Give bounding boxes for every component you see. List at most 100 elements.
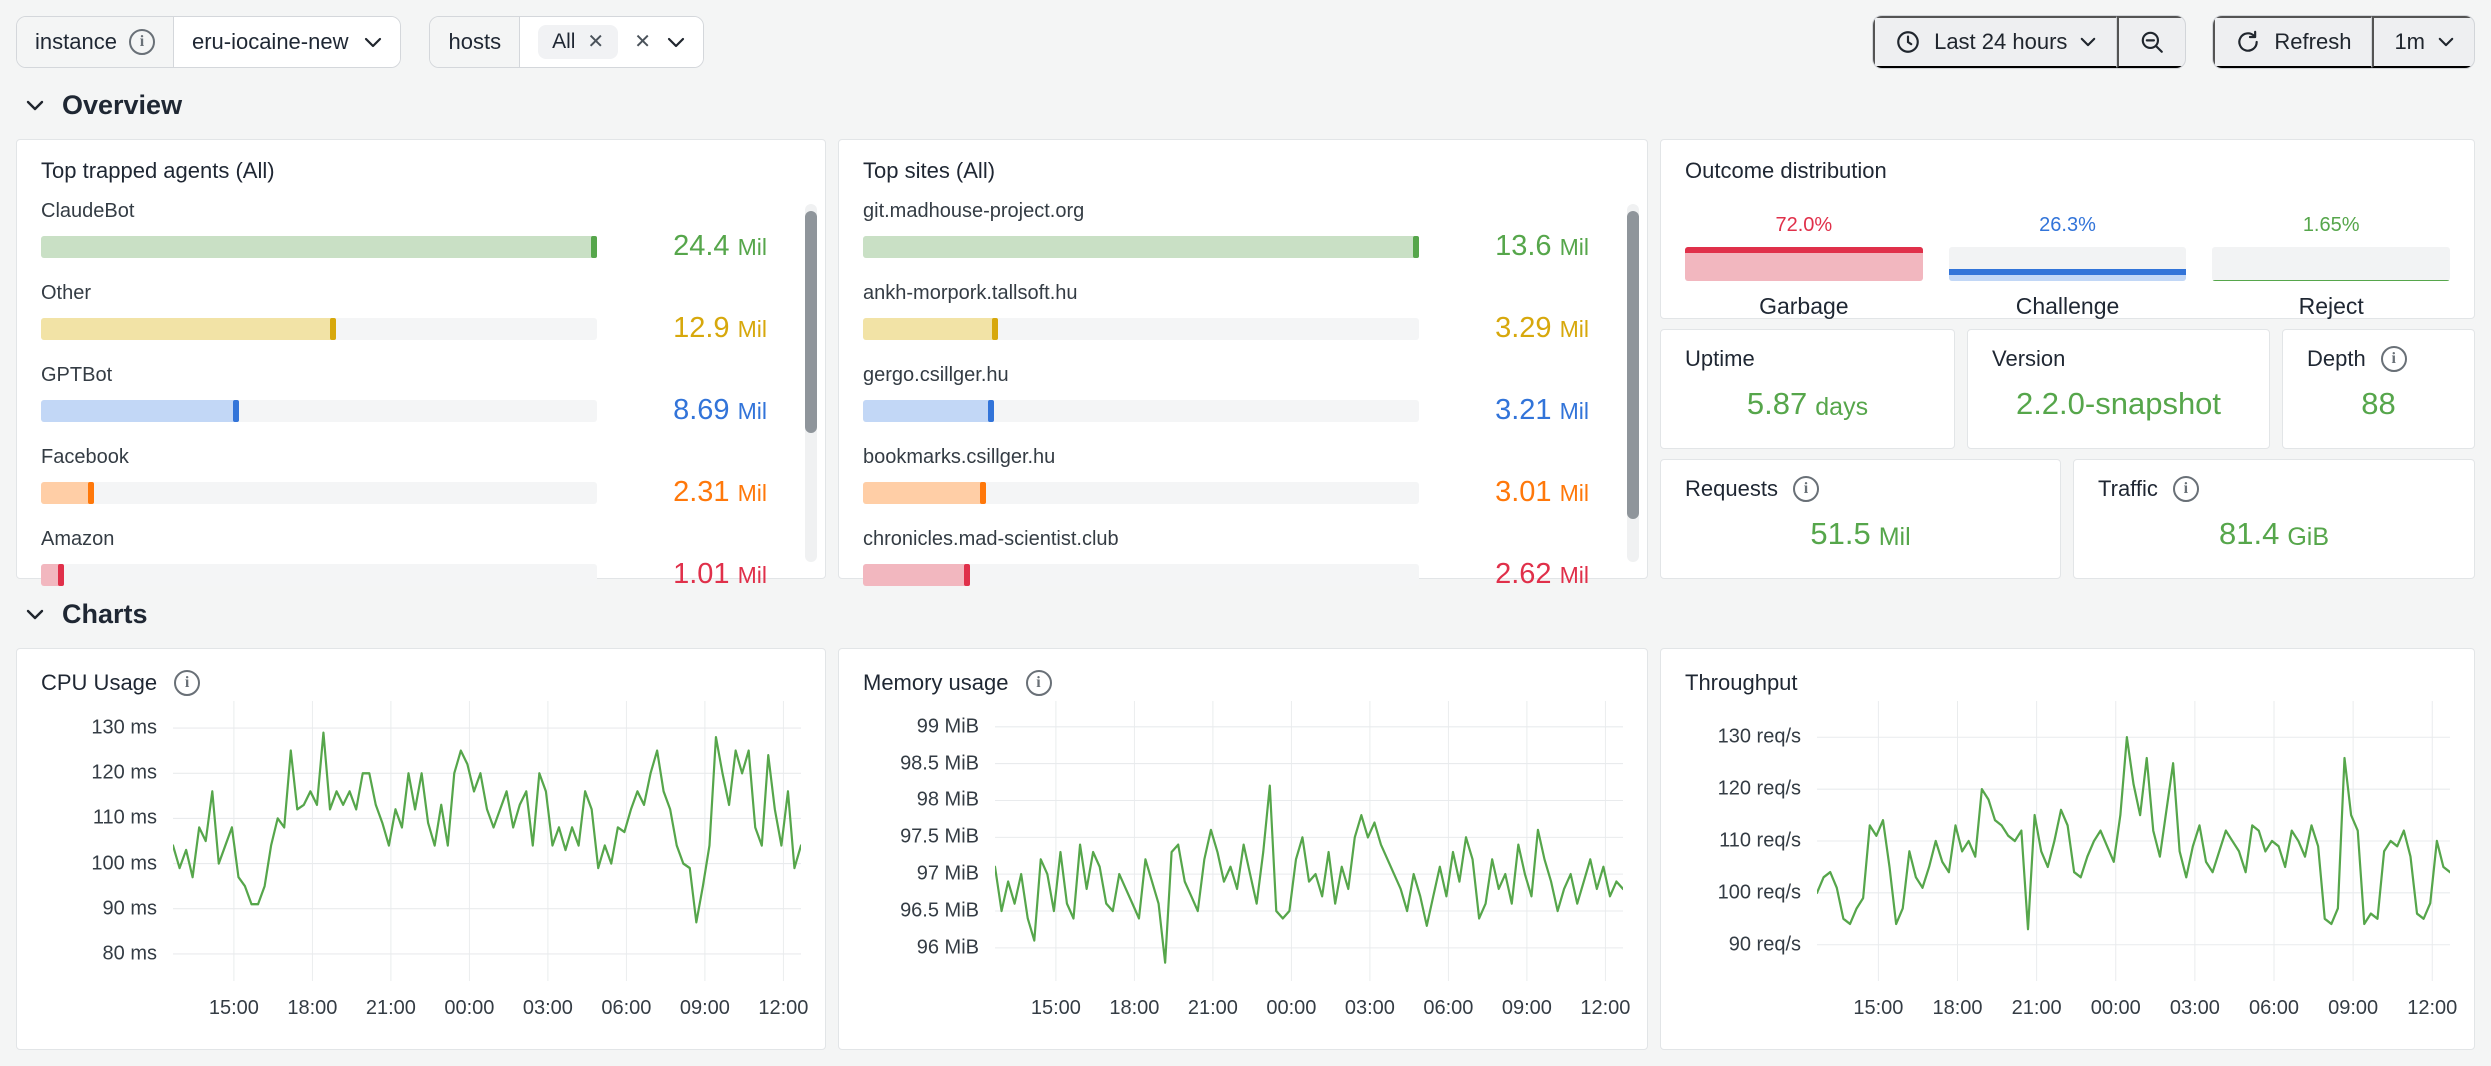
bar-gauge-cap	[988, 400, 994, 422]
chevron-down-icon	[2080, 37, 2096, 47]
scrollbar[interactable]	[1627, 204, 1639, 562]
y-tick-label: 98.5 MiB	[900, 752, 979, 775]
outcome-gauge-cap	[2212, 280, 2450, 281]
bar-gauge-value: 13.6 Mil	[1439, 230, 1589, 263]
chip-remove-icon[interactable]: ✕	[587, 32, 604, 52]
sites-bar-list: git.madhouse-project.org 13.6 Mil ankh-mor…	[863, 200, 1623, 591]
instance-filter-value[interactable]: eru-iocaine-new	[174, 17, 401, 67]
bar-gauge-cap	[58, 564, 64, 586]
bar-gauge-line: 3.21 Mil	[863, 394, 1589, 427]
x-tick-label: 09:00	[680, 997, 730, 1020]
y-tick-label: 130 ms	[91, 717, 157, 740]
bar-gauge-row: GPTBot8.69 Mil	[41, 364, 767, 427]
hosts-filter-value[interactable]: All ✕ ✕	[520, 17, 703, 67]
scrollbar-thumb[interactable]	[805, 211, 817, 433]
y-tick-label: 110 ms	[93, 807, 157, 830]
zoom-out-button[interactable]	[2117, 16, 2185, 68]
bar-gauge-fill	[863, 236, 1419, 258]
bar-gauge-line: 1.01 Mil	[41, 558, 767, 591]
topbar: instance i eru-iocaine-new hosts All ✕ ✕	[16, 16, 2475, 68]
stat-label: Version	[1992, 346, 2065, 372]
chart-area: 96 MiB96.5 MiB97 MiB97.5 MiB98 MiB98.5 M…	[863, 701, 1623, 1033]
info-icon[interactable]: i	[1793, 476, 1819, 502]
x-tick-label: 18:00	[1109, 997, 1159, 1020]
chart-title-row: CPU Usage i	[41, 665, 801, 701]
x-tick-label: 15:00	[209, 997, 259, 1020]
overview-section-header[interactable]: Overview	[26, 90, 2475, 121]
chart-area: 90 req/s100 req/s110 req/s120 req/s130 r…	[1685, 701, 2450, 1033]
refresh-interval-button[interactable]: 1m	[2372, 16, 2474, 68]
bar-gauge-fill	[41, 564, 64, 586]
panel-memory-usage: Memory usage i 96 MiB96.5 MiB97 MiB97.5 …	[838, 648, 1648, 1050]
y-axis: 90 req/s100 req/s110 req/s120 req/s130 r…	[1685, 701, 1817, 981]
info-icon[interactable]: i	[2173, 476, 2199, 502]
time-range-button[interactable]: Last 24 hours	[1873, 16, 2117, 68]
x-tick-label: 03:00	[1345, 997, 1395, 1020]
bar-gauge-value: 2.62 Mil	[1439, 558, 1589, 591]
charts-section-header[interactable]: Charts	[26, 599, 2475, 630]
x-tick-label: 09:00	[2328, 997, 2378, 1020]
bar-gauge-value: 1.01 Mil	[617, 558, 767, 591]
zoom-out-icon	[2139, 29, 2165, 55]
bar-gauge-label: ankh-morpork.tallsoft.hu	[863, 282, 1589, 305]
y-tick-label: 100 req/s	[1718, 881, 1801, 904]
chevron-down-icon	[667, 37, 685, 48]
panel-title: Outcome distribution	[1685, 158, 2450, 184]
bar-gauge-fill	[863, 482, 986, 504]
plot-area[interactable]	[995, 701, 1623, 981]
bar-gauge-track	[41, 400, 597, 422]
stat-value: 5.87days	[1685, 372, 1930, 432]
panel-title: Top sites (All)	[863, 158, 1623, 184]
x-tick-label: 06:00	[1423, 997, 1473, 1020]
bar-gauge-track	[41, 236, 597, 258]
panel-stat-depth: Depthi88	[2282, 329, 2475, 449]
scrollbar-thumb[interactable]	[1627, 211, 1639, 519]
charts-section-title: Charts	[62, 599, 148, 630]
bar-gauge-fill	[863, 400, 994, 422]
y-tick-label: 90 req/s	[1729, 933, 1801, 956]
bar-gauge-label: git.madhouse-project.org	[863, 200, 1589, 223]
y-tick-label: 90 ms	[103, 897, 157, 920]
stat-label: Traffic	[2098, 476, 2158, 502]
refresh-button[interactable]: Refresh	[2213, 16, 2372, 68]
x-tick-label: 03:00	[2170, 997, 2220, 1020]
bar-gauge-line: 2.62 Mil	[863, 558, 1589, 591]
bar-gauge-track	[863, 482, 1419, 504]
agents-bar-list: ClaudeBot24.4 MilOther12.9 MilGPTBot8.69…	[41, 200, 801, 591]
bar-gauge-label: Other	[41, 282, 767, 305]
hosts-filter: hosts All ✕ ✕	[429, 16, 703, 68]
stat-row-1: Uptime5.87daysVersion2.2.0-snapshotDepth…	[1660, 329, 2475, 449]
outcome-gauges: 72.0%Garbage26.3%Challenge1.65%Reject	[1685, 214, 2450, 320]
time-range-label: Last 24 hours	[1934, 29, 2067, 55]
info-icon[interactable]: i	[1026, 670, 1052, 696]
panel-title: CPU Usage	[41, 670, 157, 696]
x-tick-label: 12:00	[2407, 997, 2457, 1020]
y-tick-label: 97 MiB	[917, 863, 979, 886]
section-collapse-icon	[26, 609, 44, 620]
bar-gauge-line: 12.9 Mil	[41, 312, 767, 345]
panel-stat-uptime: Uptime5.87days	[1660, 329, 1955, 449]
bar-gauge-line: 3.01 Mil	[863, 476, 1589, 509]
clear-all-icon[interactable]: ✕	[634, 32, 651, 52]
overview-section-title: Overview	[62, 90, 182, 121]
info-icon[interactable]: i	[2381, 346, 2407, 372]
info-icon[interactable]: i	[129, 29, 155, 55]
bar-gauge-value: 3.21 Mil	[1439, 394, 1589, 427]
plot-area[interactable]	[1817, 701, 2450, 981]
bar-gauge-row: Facebook2.31 Mil	[41, 446, 767, 509]
instance-filter-label-text: instance	[35, 29, 117, 55]
refresh-label: Refresh	[2274, 29, 2351, 55]
x-tick-label: 09:00	[1502, 997, 1552, 1020]
info-icon[interactable]: i	[174, 670, 200, 696]
bar-gauge-label: bookmarks.csillger.hu	[863, 446, 1589, 469]
bar-gauge-track	[41, 564, 597, 586]
bar-gauge-value: 3.01 Mil	[1439, 476, 1589, 509]
time-range-group: Last 24 hours	[1872, 15, 2186, 69]
bar-gauge-track	[863, 400, 1419, 422]
plot-area[interactable]	[173, 701, 801, 981]
scrollbar[interactable]	[805, 204, 817, 562]
outcome-gauge-fill	[1685, 247, 1923, 281]
outcome-gauge-cap	[1685, 247, 1923, 253]
hosts-chip-all[interactable]: All ✕	[538, 25, 618, 59]
x-tick-label: 21:00	[1188, 997, 1238, 1020]
